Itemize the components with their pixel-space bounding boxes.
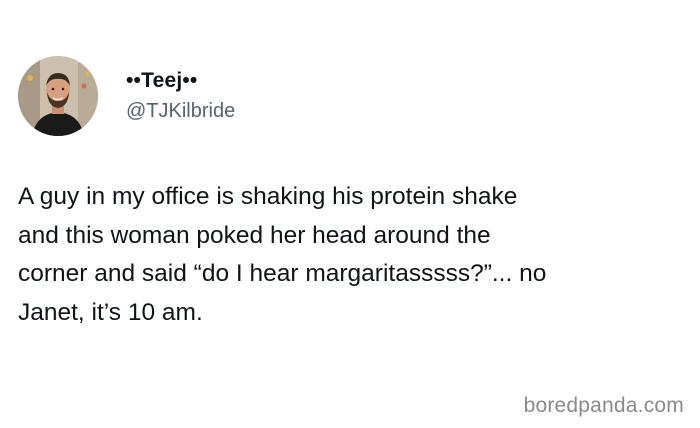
tweet-card: ••Teej•• @TJKilbride A guy in my office …	[0, 0, 700, 428]
author-handle[interactable]: @TJKilbride	[126, 98, 235, 124]
tweet-header: ••Teej•• @TJKilbride	[18, 56, 235, 136]
profile-photo-icon	[18, 56, 98, 136]
tweet-text: A guy in my office is shaking his protei…	[18, 183, 547, 326]
author-display-name[interactable]: ••Teej••	[126, 68, 235, 94]
author-names: ••Teej•• @TJKilbride	[126, 68, 235, 124]
watermark: boredpanda.com	[523, 394, 684, 417]
avatar[interactable]	[18, 56, 98, 136]
